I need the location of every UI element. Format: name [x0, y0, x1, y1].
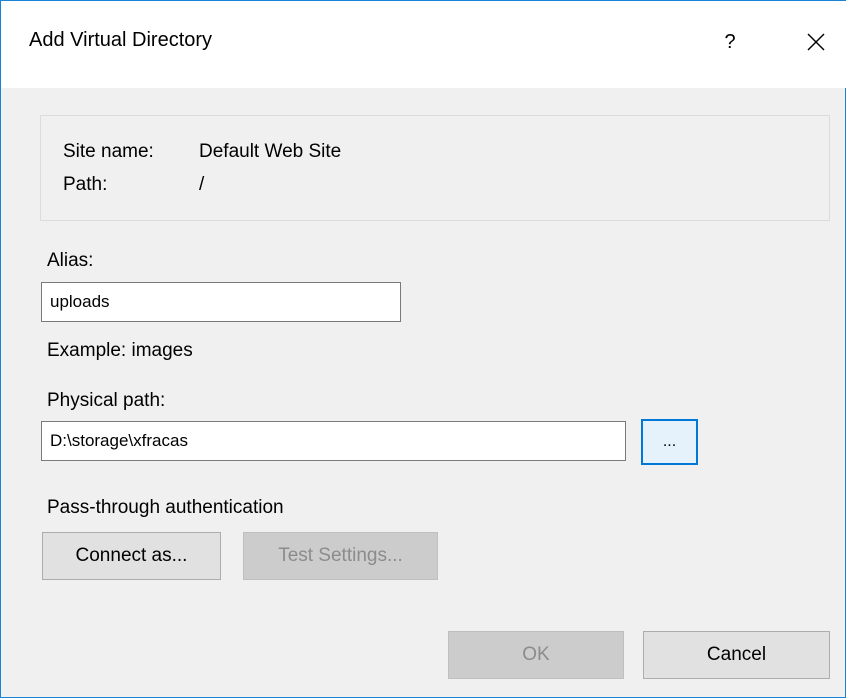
site-info-group: Site name: Default Web Site Path: / — [40, 115, 830, 221]
title-bar: Add Virtual Directory ? — [1, 0, 846, 88]
alias-input[interactable] — [41, 282, 401, 322]
alias-example-hint: Example: images — [47, 340, 193, 361]
cancel-button[interactable]: Cancel — [643, 631, 830, 679]
add-virtual-directory-dialog: Add Virtual Directory ? Site name: Defau… — [0, 0, 846, 698]
site-name-value: Default Web Site — [199, 141, 342, 162]
path-value: / — [199, 174, 205, 195]
help-button[interactable]: ? — [715, 25, 745, 59]
browse-button[interactable]: ... — [641, 419, 698, 465]
close-icon — [807, 33, 825, 51]
ok-button[interactable]: OK — [448, 631, 624, 679]
connect-as-button[interactable]: Connect as... — [42, 532, 221, 580]
dialog-title: Add Virtual Directory — [29, 29, 213, 51]
test-settings-button[interactable]: Test Settings... — [243, 532, 438, 580]
path-label: Path: — [63, 174, 108, 195]
physical-path-input[interactable] — [41, 421, 626, 461]
alias-label: Alias: — [47, 250, 94, 271]
physical-path-label: Physical path: — [47, 390, 166, 411]
pass-through-auth-label: Pass-through authentication — [47, 497, 284, 518]
site-name-label: Site name: — [63, 141, 154, 162]
close-button[interactable] — [796, 23, 836, 63]
